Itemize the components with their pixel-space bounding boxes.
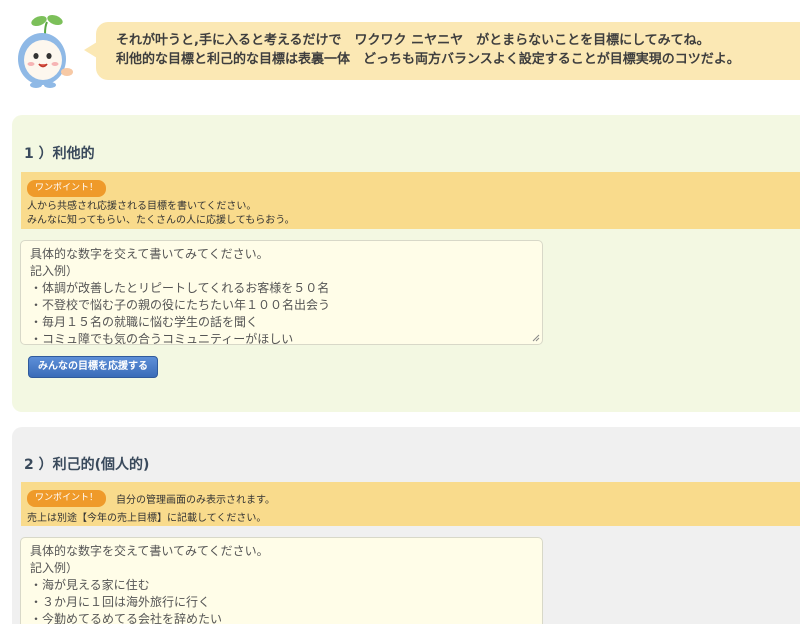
visibility-note: 自分の管理画面のみ表示されます。 <box>116 495 276 506</box>
personal-goal-section: 2 ）利己的(個人的) ワンポイント！ 自分の管理画面のみ表示されます。 売上は別… <box>12 427 800 624</box>
one-point-badge: ワンポイント！ <box>27 490 107 507</box>
placeholder-line: ・３か月に１回は海外旅行に行く <box>30 595 211 609</box>
resize-grip-icon[interactable] <box>532 334 540 342</box>
mascot-speech-bubble: それが叶うと,手に入ると考えるだけで ワクワク ニヤニヤ がとまらないことを目標… <box>84 22 800 80</box>
placeholder-line: 記入例） <box>30 264 79 278</box>
altruistic-goal-textarea[interactable]: 具体的な数字を交えて書いてみてください。 記入例） ・体調が改善したとリピートし… <box>20 240 543 345</box>
section-title-altruistic: 1 ）利他的 <box>24 146 95 162</box>
section-title-personal: 2 ）利己的(個人的) <box>24 457 150 473</box>
tip-text: 人から共感され応援される目標を書いてください。 みんなに知ってもらい、たくさんの… <box>27 200 800 228</box>
placeholder-line: ・海が見える家に住む <box>30 578 150 592</box>
tip-line: 売上は別途【今年の売上目標】に記載してください。 <box>27 513 267 524</box>
tip-line: 人から共感され応援される目標を書いてください。 <box>27 201 257 212</box>
placeholder-line: 記入例） <box>30 561 79 575</box>
bubble-line-1: それが叶うと,手に入ると考えるだけで ワクワク ニヤニヤ がとまらないことを目標… <box>116 33 710 48</box>
cheer-goals-button[interactable]: みんなの目標を応援する <box>28 356 158 378</box>
tip-line: みんなに知ってもらい、たくさんの人に応援してもらおう。 <box>27 215 295 226</box>
placeholder-line: ・コミュ障でも気の合うコミュニティーがほしい <box>30 332 294 345</box>
altruistic-goal-section: 1 ）利他的 ワンポイント！ 人から共感され応援される目標を書いてください。 み… <box>12 115 800 412</box>
one-point-tip-box: ワンポイント！ 人から共感され応援される目標を書いてください。 みんなに知っても… <box>21 172 800 229</box>
placeholder-line: 具体的な数字を交えて書いてみてください。 <box>30 544 269 558</box>
placeholder-line: ・今勤めてるめてる会社を辞めたい <box>30 612 223 624</box>
placeholder-line: ・毎月１５名の就職に悩む学生の話を聞く <box>30 315 259 329</box>
tip-text: 売上は別途【今年の売上目標】に記載してください。 <box>27 512 800 526</box>
one-point-badge: ワンポイント！ <box>27 180 107 197</box>
one-point-tip-box: ワンポイント！ 自分の管理画面のみ表示されます。 売上は別途【今年の売上目標】に記… <box>21 482 800 526</box>
placeholder-line: ・不登校で悩む子の親の役にたちたい年１００名出会う <box>30 298 331 312</box>
personal-goal-textarea[interactable]: 具体的な数字を交えて書いてみてください。 記入例） ・海が見える家に住む ・３か… <box>20 537 543 624</box>
sprout-mascot-icon <box>12 14 78 90</box>
bubble-line-2: 利他的な目標と利己的な目標は表裏一体 どっちも両方バランスよく設定することが目標… <box>116 52 740 67</box>
placeholder-line: ・体調が改善したとリピートしてくれるお客様を５０名 <box>30 281 330 295</box>
placeholder-line: 具体的な数字を交えて書いてみてください。 <box>30 247 269 261</box>
